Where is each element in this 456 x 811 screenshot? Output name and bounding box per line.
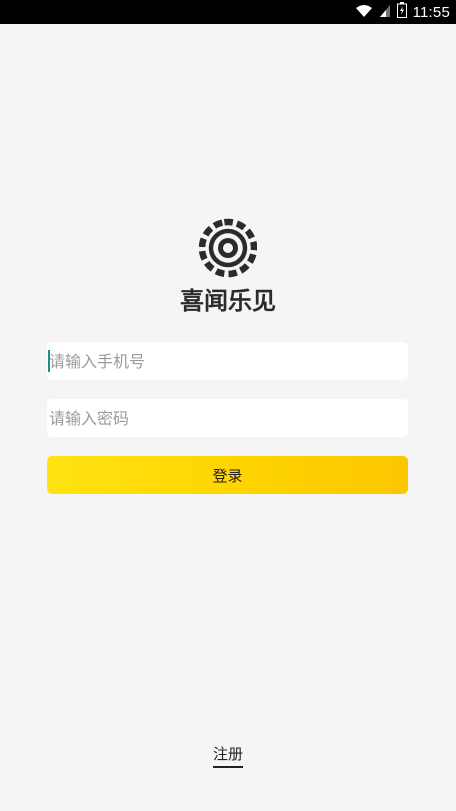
status-icons: 11:55: [355, 0, 450, 24]
phone-field[interactable]: [47, 342, 408, 380]
wifi-icon: [355, 3, 373, 22]
app-logo: 喜闻乐见: [170, 218, 286, 315]
register-link-container: 注册: [0, 743, 456, 768]
signal-icon: [379, 3, 391, 22]
battery-icon: [396, 2, 407, 22]
app-name: 喜闻乐见: [180, 287, 276, 315]
login-button-label: 登录: [212, 466, 243, 485]
logo-mark-icon: [199, 218, 257, 278]
login-button[interactable]: 登录: [47, 456, 408, 494]
status-bar: 11:55: [0, 0, 456, 24]
phone-input[interactable]: [47, 342, 408, 380]
status-time: 11:55: [412, 3, 450, 21]
password-input[interactable]: [47, 399, 408, 437]
text-cursor: [48, 350, 50, 372]
register-link[interactable]: 注册: [212, 743, 243, 768]
password-field[interactable]: [47, 399, 408, 437]
